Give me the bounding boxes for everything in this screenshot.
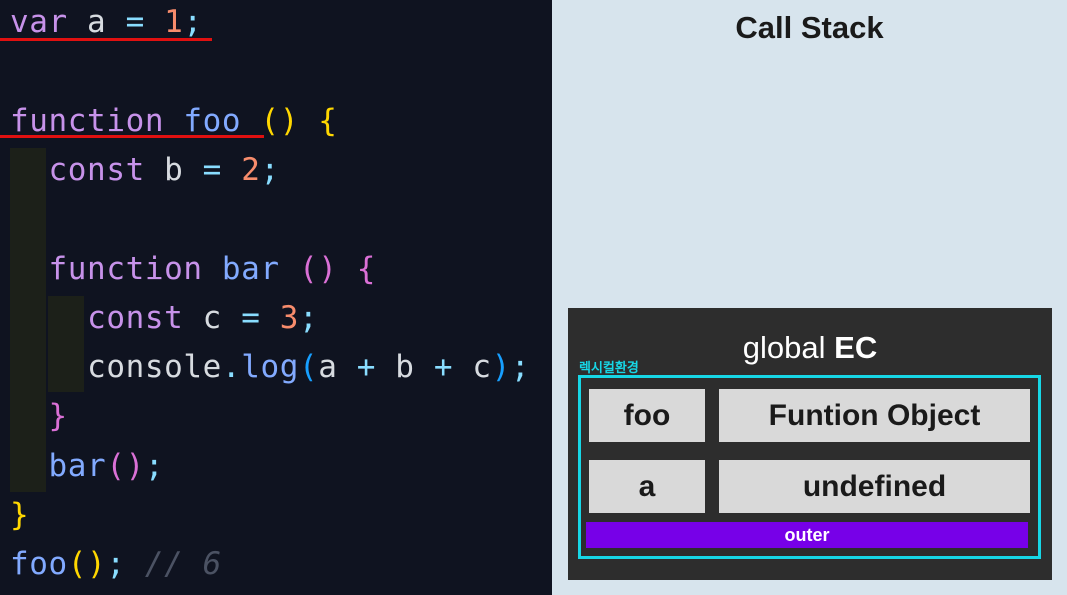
code-token: bar xyxy=(221,250,280,287)
code-token: foo xyxy=(10,546,68,583)
code-token: function xyxy=(10,102,165,139)
code-token: b xyxy=(376,349,434,386)
code-line: bar(); xyxy=(10,446,164,486)
code-token: = xyxy=(202,151,222,188)
code-token: ; xyxy=(298,299,319,336)
code-token: ) xyxy=(491,349,511,386)
ec-title-prefix: global xyxy=(742,330,835,365)
code-line: const c = 3; xyxy=(10,298,318,338)
outer-reference: outer xyxy=(586,522,1028,548)
code-token: = xyxy=(241,299,261,336)
code-token: () xyxy=(67,546,107,583)
code-token: console xyxy=(87,349,222,386)
code-token: const xyxy=(48,151,145,188)
record-name-a: a xyxy=(589,460,705,513)
code-token: 3 xyxy=(279,299,299,336)
code-line: const b = 2; xyxy=(10,150,280,190)
code-token: { xyxy=(356,250,377,287)
code-token: var xyxy=(10,4,68,40)
code-line: } xyxy=(10,495,29,535)
code-token: // 6 xyxy=(144,546,222,583)
code-token: () xyxy=(106,447,145,484)
code-token: b xyxy=(144,151,203,188)
code-token: ; xyxy=(260,151,280,188)
code-token: const xyxy=(87,299,184,336)
code-token: () xyxy=(260,102,299,139)
code-line: } xyxy=(10,396,68,436)
code-token: 2 xyxy=(241,151,261,188)
code-token: () xyxy=(298,250,338,287)
ec-title-bold: EC xyxy=(834,330,878,365)
code-token: function xyxy=(48,250,203,287)
code-token: = xyxy=(125,4,145,40)
code-token: ; xyxy=(183,4,203,40)
code-token: { xyxy=(318,102,338,139)
call-stack-title: Call Stack xyxy=(735,10,884,45)
record-name-foo: foo xyxy=(589,389,705,442)
code-token: } xyxy=(48,398,68,435)
code-token: 1 xyxy=(164,4,184,40)
record-value-foo: Funtion Object xyxy=(719,389,1030,442)
code-token: bar xyxy=(48,447,107,484)
code-token: + xyxy=(433,349,454,386)
code-token: c xyxy=(183,299,242,336)
code-token: ; xyxy=(144,447,165,484)
code-token: ; xyxy=(106,546,126,583)
code-line: var a = 1; xyxy=(10,2,203,42)
code-line: foo(); // 6 xyxy=(10,544,222,584)
call-stack-panel: Call Stack global EC 렉시컬환경 foo Funtion O… xyxy=(552,0,1067,595)
code-token: a xyxy=(67,4,126,40)
record-value-a: undefined xyxy=(719,460,1030,513)
execution-context-title: global EC xyxy=(568,330,1052,366)
code-token: foo xyxy=(183,102,242,139)
code-token: . xyxy=(221,349,242,386)
code-token: ( xyxy=(298,349,319,386)
code-token: + xyxy=(356,349,377,386)
code-line: console.log(a + b + c); xyxy=(10,347,530,387)
code-token: ; xyxy=(510,349,531,386)
code-token: c xyxy=(453,349,492,386)
code-token: } xyxy=(10,497,30,533)
code-line: function bar () { xyxy=(10,249,376,289)
global-execution-context: global EC 렉시컬환경 foo Funtion Object a und… xyxy=(568,308,1052,580)
lexical-environment-label: 렉시컬환경 xyxy=(579,361,639,376)
code-editor: var a = 1; function foo () { const b = 2;… xyxy=(0,0,552,595)
code-token: log xyxy=(241,349,299,386)
code-token: a xyxy=(318,349,357,386)
underline-var-a xyxy=(0,38,212,41)
underline-function-foo xyxy=(0,135,264,138)
